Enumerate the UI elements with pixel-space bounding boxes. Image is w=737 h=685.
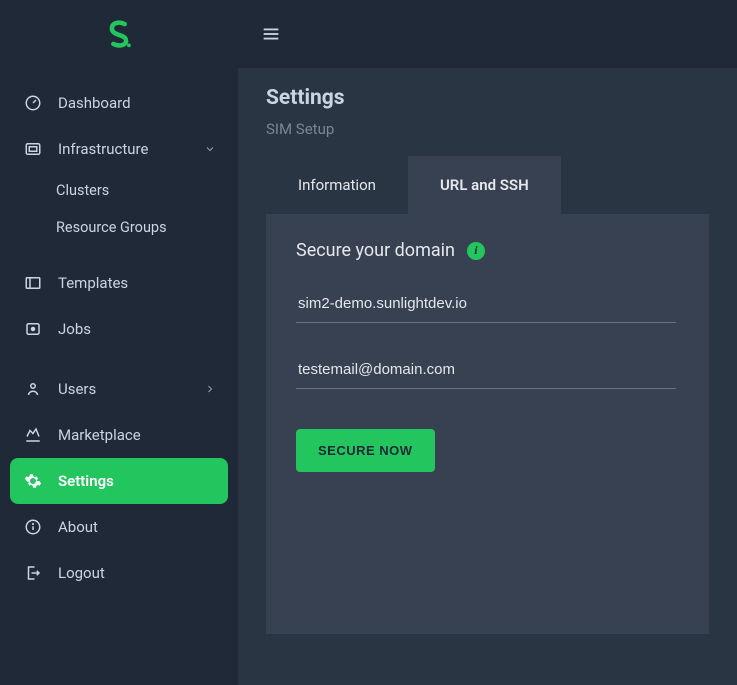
- sidebar: Dashboard Infrastructure Clusters Resour…: [0, 0, 238, 685]
- sidebar-item-about[interactable]: About: [0, 504, 238, 550]
- section-heading: Secure your domain i: [296, 240, 679, 261]
- sidebar-item-users[interactable]: Users: [0, 366, 238, 412]
- section-heading-text: Secure your domain: [296, 240, 455, 261]
- nav-menu: Dashboard Infrastructure Clusters Resour…: [0, 68, 238, 608]
- tab-label: Information: [298, 176, 376, 194]
- sidebar-item-label: Logout: [58, 564, 105, 582]
- tabs: Information URL and SSH: [266, 156, 709, 214]
- main-area: Settings SIM Setup Information URL and S…: [238, 0, 737, 685]
- brand-logo: [102, 17, 136, 51]
- sidebar-item-jobs[interactable]: Jobs: [0, 306, 238, 352]
- sidebar-item-label: Jobs: [58, 320, 91, 338]
- sidebar-item-infrastructure[interactable]: Infrastructure: [0, 126, 238, 172]
- sidebar-subitem-label: Clusters: [56, 182, 109, 199]
- topbar: [238, 0, 737, 68]
- gear-icon: [22, 470, 44, 492]
- tab-url-and-ssh[interactable]: URL and SSH: [408, 156, 561, 214]
- logo-area: [0, 0, 238, 68]
- users-icon: [22, 378, 44, 400]
- templates-icon: [22, 272, 44, 294]
- sidebar-item-settings[interactable]: Settings: [10, 458, 228, 504]
- tab-label: URL and SSH: [440, 176, 529, 194]
- sidebar-subitem-clusters[interactable]: Clusters: [0, 172, 238, 209]
- sidebar-item-marketplace[interactable]: Marketplace: [0, 412, 238, 458]
- email-input[interactable]: [296, 351, 676, 389]
- logout-icon: [22, 562, 44, 584]
- infrastructure-icon: [22, 138, 44, 160]
- sidebar-item-label: Templates: [58, 274, 128, 292]
- sidebar-item-logout[interactable]: Logout: [0, 550, 238, 596]
- sidebar-item-label: Settings: [58, 472, 114, 490]
- sidebar-subitem-label: Resource Groups: [56, 219, 167, 236]
- panel-url-and-ssh: Secure your domain i SECURE NOW: [266, 214, 709, 634]
- s-logo-icon: [102, 17, 136, 51]
- chevron-down-icon: [204, 143, 216, 155]
- tab-information[interactable]: Information: [266, 156, 408, 214]
- sidebar-item-label: Infrastructure: [58, 140, 148, 158]
- sidebar-item-label: Users: [58, 380, 96, 398]
- page-title: Settings: [266, 86, 709, 110]
- sidebar-item-label: Marketplace: [58, 426, 141, 444]
- secure-now-button[interactable]: SECURE NOW: [296, 429, 435, 472]
- sidebar-item-templates[interactable]: Templates: [0, 260, 238, 306]
- domain-input[interactable]: [296, 285, 676, 323]
- page-subtitle: SIM Setup: [266, 120, 709, 138]
- sidebar-subitem-resource-groups[interactable]: Resource Groups: [0, 209, 238, 246]
- sidebar-item-label: Dashboard: [58, 94, 131, 112]
- content: Settings SIM Setup Information URL and S…: [238, 68, 737, 652]
- marketplace-icon: [22, 424, 44, 446]
- info-icon: [22, 516, 44, 538]
- sidebar-item-dashboard[interactable]: Dashboard: [0, 80, 238, 126]
- hamburger-icon[interactable]: [260, 23, 282, 45]
- info-tooltip-icon[interactable]: i: [467, 242, 485, 260]
- dashboard-icon: [22, 92, 44, 114]
- sidebar-item-label: About: [58, 518, 98, 536]
- jobs-icon: [22, 318, 44, 340]
- chevron-right-icon: [204, 383, 216, 395]
